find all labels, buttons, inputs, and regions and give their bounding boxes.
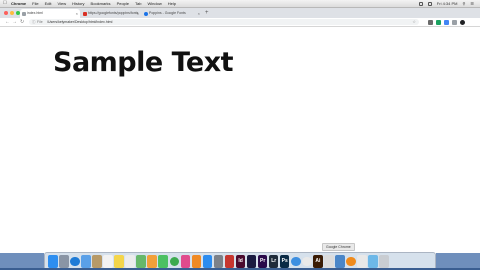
scripteditor-icon[interactable] [335, 255, 345, 268]
menu-item-view[interactable]: View [57, 0, 66, 7]
system-preferences-icon[interactable] [213, 255, 224, 268]
maps-icon[interactable] [136, 255, 146, 268]
dock-tooltip: Google Chrome [322, 243, 355, 251]
menu-item-tab[interactable]: Tab [135, 0, 141, 7]
launchpad-icon[interactable] [59, 255, 69, 268]
google-fonts-icon [144, 11, 148, 16]
url-text[interactable]: /Users/kelymaker/Desktop/html/index.html [47, 19, 112, 25]
text-editor-icon[interactable] [357, 255, 367, 268]
quicktime-icon[interactable] [324, 255, 334, 268]
premiere-icon[interactable]: Pr [257, 255, 268, 268]
reload-icon[interactable]: ↻ [20, 18, 24, 26]
indesign-icon[interactable]: Id [235, 255, 246, 268]
status-area: Fri 4:34 PM ⚲ ☰ [418, 0, 474, 7]
tab-index-html[interactable]: index.html × [20, 9, 80, 18]
illustrator-icon[interactable]: Ai [313, 255, 323, 268]
back-arrow-icon[interactable]: ← [5, 18, 10, 26]
close-tab-icon[interactable]: × [76, 9, 78, 18]
minimize-window-icon[interactable] [10, 11, 14, 15]
media-encoder-icon[interactable] [246, 255, 257, 268]
finder-icon[interactable] [48, 255, 58, 268]
menu-item-people[interactable]: People [117, 0, 129, 7]
clock[interactable]: Fri 4:34 PM [437, 0, 458, 7]
extension-icon[interactable] [452, 19, 457, 25]
dock-icons: Id Pr Lr Ps Ai [48, 255, 389, 268]
menu-item-bookmarks[interactable]: Bookmarks [91, 0, 111, 7]
notification-center-icon[interactable]: ☰ [470, 0, 474, 7]
gmail-icon [83, 11, 87, 16]
tab-label: Poppins - Google Fonts [149, 11, 186, 15]
menu-item-chrome[interactable]: Chrome [11, 0, 26, 7]
itunes-icon[interactable] [180, 255, 191, 268]
forward-arrow-icon[interactable]: → [12, 18, 17, 26]
document-icon [22, 11, 26, 16]
menu-list: Chrome File Edit View History Bookmarks People… [11, 0, 176, 7]
dropbox-icon[interactable] [291, 256, 301, 266]
menu-item-file[interactable]: File [32, 0, 38, 7]
mail-icon[interactable] [81, 255, 91, 268]
menu-item-window[interactable]: Window [147, 0, 161, 7]
menu-item-history[interactable]: History [72, 0, 84, 7]
photo-booth-icon[interactable] [224, 255, 235, 268]
facetime-icon[interactable] [169, 256, 180, 266]
messages-icon[interactable] [158, 255, 168, 268]
apple-icon[interactable]:  [3, 0, 7, 7]
window-controls [4, 11, 20, 15]
app-store-icon[interactable] [202, 255, 213, 268]
extension-icon[interactable] [428, 19, 433, 25]
browser-toolbar: ← → ↻ ⓘ File /Users/kelymaker/Desktop/ht… [0, 18, 480, 27]
tab-google-fonts-link[interactable]: https://googlefonts/poppins/fonts × [81, 9, 141, 18]
photoshop-icon[interactable]: Ps [279, 255, 290, 268]
contacts-icon[interactable] [92, 255, 102, 268]
page-heading: Sample Text [53, 47, 234, 78]
close-tab-icon[interactable]: × [137, 9, 139, 18]
tab-poppins-google-fonts[interactable]: Poppins - Google Fonts × [142, 9, 202, 18]
page-viewport: Sample Text [0, 27, 480, 253]
tab-strip: index.html × https://googlefonts/poppins… [0, 8, 480, 18]
reminders-icon[interactable] [125, 255, 135, 268]
tab-label: index.html [27, 11, 43, 15]
profile-avatar-icon[interactable] [460, 19, 465, 25]
wifi-icon[interactable] [418, 1, 423, 6]
close-window-icon[interactable] [4, 11, 8, 15]
downloads-folder-icon[interactable] [368, 255, 378, 268]
info-icon[interactable]: ⓘ [32, 19, 36, 25]
chrome-icon[interactable] [302, 256, 312, 266]
tab-label: https://googlefonts/poppins/fonts [88, 11, 139, 15]
spotlight-icon[interactable]: ⚲ [462, 0, 465, 7]
photos-icon[interactable] [147, 255, 157, 268]
menu-item-help[interactable]: Help [168, 0, 176, 7]
bookmark-star-icon[interactable]: ☆ [412, 19, 416, 25]
address-bar[interactable]: ⓘ File /Users/kelymaker/Desktop/html/ind… [29, 19, 419, 25]
extension-icon[interactable] [436, 19, 441, 25]
ibooks-icon[interactable] [191, 255, 202, 268]
calendar-icon[interactable] [103, 255, 113, 268]
menu-item-edit[interactable]: Edit [45, 0, 52, 7]
lightroom-icon[interactable]: Lr [268, 255, 279, 268]
trash-icon[interactable] [379, 255, 389, 268]
notes-icon[interactable] [114, 255, 124, 268]
macos-menu-bar:  Chrome File Edit View History Bookmarks Peop… [0, 0, 480, 8]
new-tab-icon[interactable]: + [205, 9, 209, 18]
close-tab-icon[interactable]: × [198, 9, 200, 18]
vlc-icon[interactable] [346, 256, 356, 266]
battery-icon[interactable] [427, 1, 432, 6]
url-protocol: File [37, 20, 43, 24]
extension-icon[interactable] [444, 19, 449, 25]
safari-icon[interactable] [70, 256, 80, 266]
